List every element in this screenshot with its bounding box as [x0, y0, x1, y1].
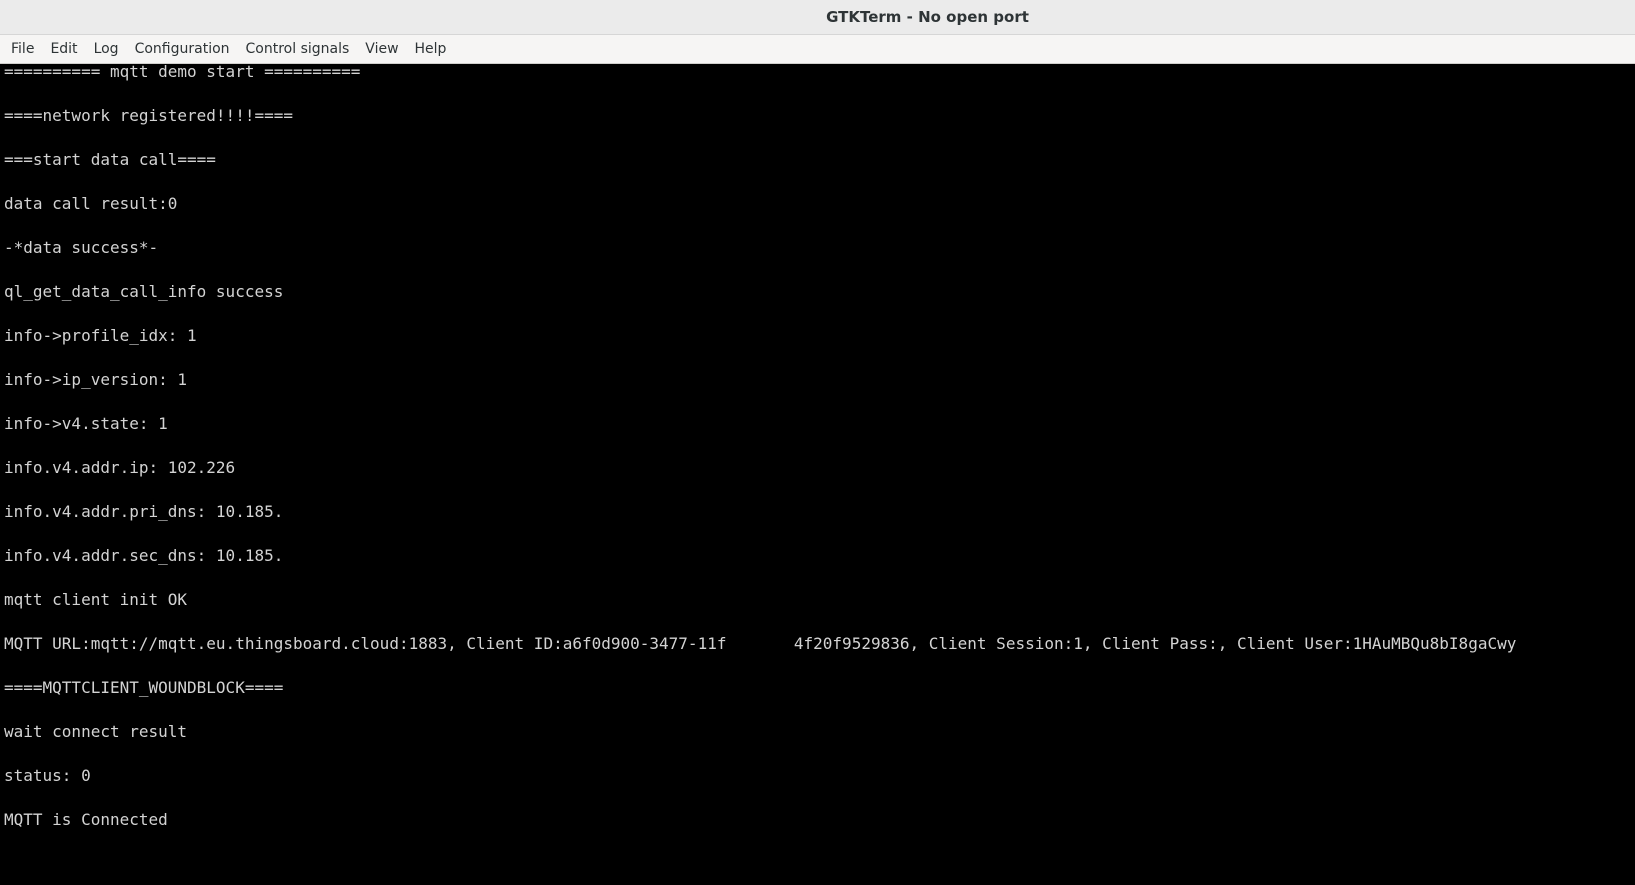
terminal-line: info.v4.addr.sec_dns: 10.185. — [4, 546, 284, 565]
terminal-line: info.v4.addr.pri_dns: 10.185. — [4, 502, 284, 521]
title-bar[interactable]: GTKTerm - No open port — [0, 0, 1635, 35]
terminal-line: MQTT is Connected — [4, 810, 168, 829]
menu-view[interactable]: View — [357, 35, 406, 63]
terminal-line: info.v4.addr.ip: 102.226 — [4, 458, 236, 477]
menu-file[interactable]: File — [3, 35, 42, 63]
terminal-line: ====MQTTCLIENT_WOUNDBLOCK==== — [4, 678, 284, 697]
menu-edit[interactable]: Edit — [42, 35, 85, 63]
menu-configuration[interactable]: Configuration — [127, 35, 238, 63]
menu-control-signals[interactable]: Control signals — [238, 35, 358, 63]
terminal-line: ===start data call==== — [4, 150, 216, 169]
terminal-line: info->profile_idx: 1 — [4, 326, 197, 345]
terminal-line: -*data success*- — [4, 238, 159, 257]
terminal-line: info->v4.state: 1 — [4, 414, 168, 433]
terminal-line: data call result:0 — [4, 194, 178, 213]
terminal-line: ====network registered!!!!==== — [4, 106, 293, 125]
terminal-line: status: 0 — [4, 766, 91, 785]
menu-help[interactable]: Help — [407, 35, 455, 63]
terminal-line: wait connect result — [4, 722, 188, 741]
terminal-line: ql_get_data_call_info success — [4, 282, 284, 301]
gtkterm-window: GTKTerm - No open port File Edit Log Con… — [0, 0, 1635, 885]
menu-bar: File Edit Log Configuration Control sign… — [0, 35, 1635, 64]
menu-log[interactable]: Log — [86, 35, 127, 63]
terminal-output[interactable]: ========== mqtt demo start ========== ==… — [0, 64, 1635, 885]
terminal-line: info->ip_version: 1 — [4, 370, 188, 389]
window-title: GTKTerm - No open port — [826, 8, 1029, 26]
terminal-line: MQTT URL:mqtt://mqtt.eu.thingsboard.clou… — [4, 634, 1517, 653]
terminal-line: mqtt client init OK — [4, 590, 188, 609]
terminal-line: ========== mqtt demo start ========== — [4, 64, 361, 81]
